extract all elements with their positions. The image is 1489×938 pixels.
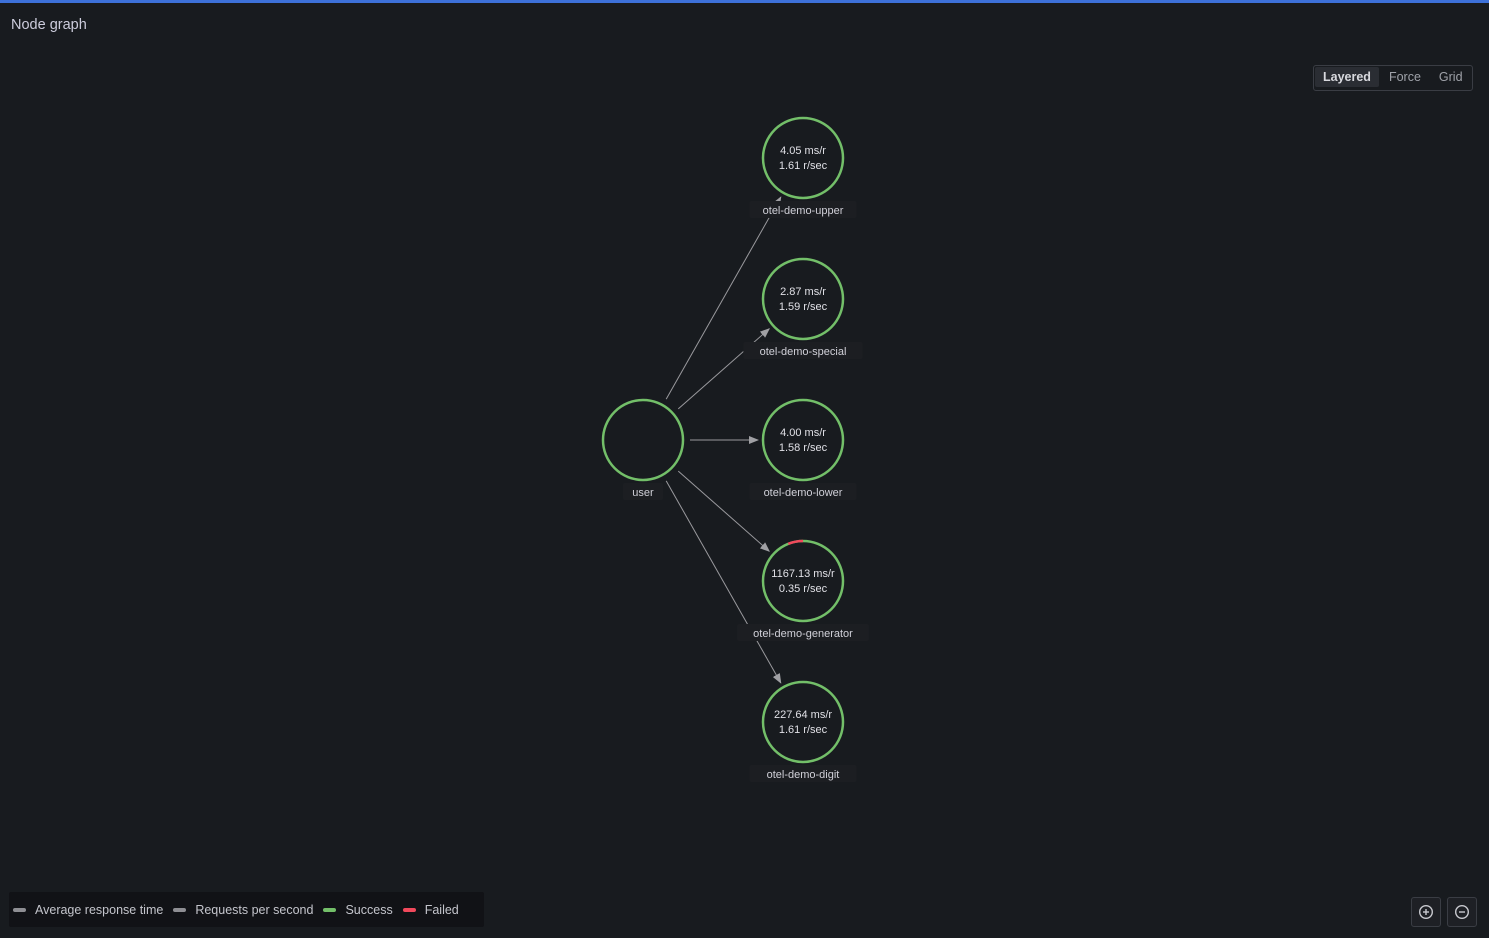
node-secondary-stat: 1.58 r/sec	[779, 442, 828, 454]
node-main-stat: 4.05 ms/r	[780, 145, 826, 157]
legend-item-avg-response: Average response time	[13, 903, 163, 917]
node-label: otel-demo-lower	[764, 487, 843, 499]
node-generator[interactable]: 1167.13 ms/r 0.35 r/sec otel-demo-generato…	[737, 529, 869, 641]
node-lower[interactable]: 4.00 ms/r 1.58 r/sec otel-demo-lower	[749, 398, 857, 500]
node-label: otel-demo-digit	[767, 769, 840, 781]
zoom-out-icon	[1454, 904, 1470, 920]
legend-item-failed: Failed	[402, 902, 459, 917]
legend-item-requests: Requests per second	[173, 903, 313, 917]
legend-swatch	[402, 907, 416, 912]
node-label: otel-demo-special	[760, 346, 847, 358]
node-graph-panel: Node graph Layered Force Grid user 4.05 m…	[0, 0, 1489, 935]
node-main-stat: 227.64 ms/r	[774, 709, 832, 721]
legend-label: Requests per second	[195, 902, 314, 917]
legend-swatch	[173, 907, 187, 912]
node-label: otel-demo-upper	[763, 205, 844, 217]
zoom-in-icon	[1418, 904, 1434, 920]
node-label: otel-demo-generator	[753, 628, 853, 640]
legend-swatch	[13, 907, 26, 912]
legend-swatch	[323, 907, 337, 912]
legend-label: Average response time	[35, 902, 164, 917]
node-main-stat: 2.87 ms/r	[780, 286, 826, 298]
zoom-out-button[interactable]	[1447, 897, 1477, 927]
legend-label: Success	[345, 902, 393, 917]
node-secondary-stat: 1.59 r/sec	[779, 301, 828, 313]
legend-label: Failed	[424, 902, 459, 917]
node-main-stat: 4.00 ms/r	[780, 427, 826, 439]
node-special[interactable]: 2.87 ms/r 1.59 r/sec otel-demo-special	[743, 257, 863, 359]
node-label: user	[632, 487, 654, 499]
edge-user-to-special[interactable]	[677, 328, 770, 410]
node-secondary-stat: 1.61 r/sec	[779, 160, 828, 172]
node-secondary-stat: 0.35 r/sec	[779, 583, 828, 595]
node-secondary-stat: 1.61 r/sec	[779, 724, 828, 736]
node-upper[interactable]: 4.05 ms/r 1.61 r/sec otel-demo-upper	[749, 116, 857, 218]
zoom-in-button[interactable]	[1411, 897, 1441, 927]
legend-item-success: Success	[323, 902, 393, 917]
node-graph-canvas[interactable]: user 4.05 ms/r 1.61 r/sec otel-demo-upper 2.…	[0, 3, 1489, 938]
legend: Average response time Requests per secon…	[9, 892, 484, 927]
node-user[interactable]: user	[601, 398, 685, 500]
node-digit[interactable]: 227.64 ms/r 1.61 r/sec otel-demo-digit	[749, 680, 857, 782]
node-main-stat: 1167.13 ms/r	[771, 568, 835, 580]
